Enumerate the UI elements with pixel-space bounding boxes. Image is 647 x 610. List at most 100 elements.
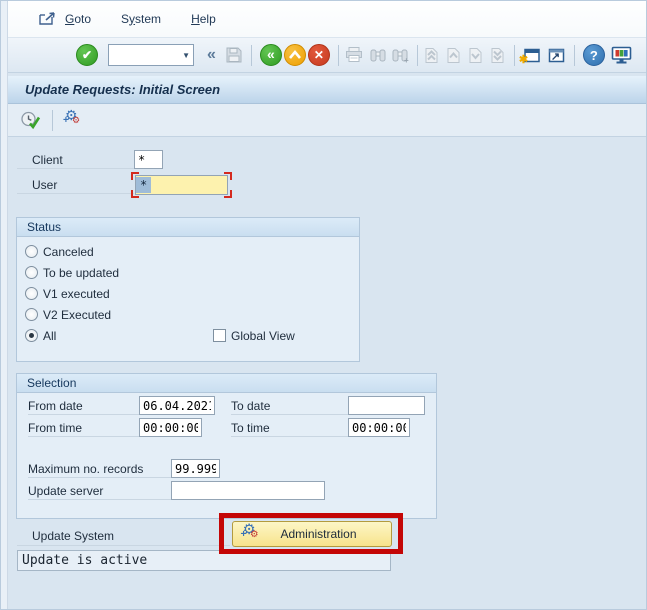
menu-label-part: stem [135,12,161,26]
radio-circle[interactable] [25,287,38,300]
menu-label-part: elp [200,12,216,26]
last-page-icon[interactable] [489,47,506,64]
new-session-icon[interactable]: ✱ [522,47,541,64]
back-glyph: « [267,46,275,62]
focus-corner [224,190,232,198]
find-icon[interactable] [369,47,387,64]
update-system-label: Update System [17,528,114,545]
radio-v2-executed[interactable]: V2 Executed [17,304,359,325]
gear-red-glyph: ⚙ [72,115,80,126]
menu-system[interactable]: System [121,8,161,30]
help-icon[interactable]: ? [583,44,605,66]
screen-title-bar: Update Requests: Initial Screen [8,76,647,104]
to-time-input[interactable] [348,418,410,437]
radio-circle[interactable] [25,266,38,279]
radio-label: To be updated [43,266,119,280]
first-page-icon[interactable] [423,47,440,64]
update-server-input[interactable] [171,481,325,500]
administration-gears-icon[interactable]: ⚙ ⚙ + [63,111,82,130]
toolbar-separator [514,45,515,66]
command-input[interactable] [111,46,177,64]
gear-plus-glyph: + [63,115,69,126]
create-shortcut-icon[interactable]: ↗ [547,47,566,64]
dropdown-arrow-icon[interactable]: ▼ [182,51,190,60]
user-label-row: User [17,177,134,194]
selection-groupbox: Selection From date To date From time To… [16,373,437,519]
toolbar-separator [574,45,575,66]
gear-plus-glyph: + [241,528,247,540]
client-label: Client [17,152,63,168]
check-glyph: ✔ [82,48,92,62]
status-groupbox: Status Canceled To be updated V1 execute… [16,217,360,362]
find-next-icon[interactable]: + [391,47,409,64]
update-status-display: Update is active [17,550,391,571]
from-time-label: From time [28,420,139,437]
gear-red-glyph: ⚙ [250,528,258,540]
selection-group-title: Selection [17,374,436,393]
radio-circle[interactable] [25,308,38,321]
command-field[interactable]: ▼ [108,44,194,66]
cancel-glyph: ✕ [314,48,324,62]
save-icon[interactable] [225,46,243,64]
user-input[interactable]: * [135,175,228,195]
user-field-focus-frame: * [131,172,232,198]
radio-to-be-updated[interactable]: To be updated [17,262,359,283]
update-server-label: Update server [28,483,171,500]
radio-label: All [43,329,56,343]
toolbar-separator [251,45,252,66]
menu-label-part: oto [74,12,91,26]
client-input[interactable] [134,150,163,169]
print-icon[interactable] [345,46,363,64]
menu-help[interactable]: Help [191,8,216,30]
star-glyph: ✱ [519,53,528,66]
administration-button[interactable]: ⚙ ⚙ + Administration [232,521,392,547]
radio-all[interactable]: All Global View [17,325,359,346]
sap-menu-icon[interactable] [38,10,58,27]
svg-text:+: + [404,56,409,64]
to-date-input[interactable] [348,396,425,415]
enter-icon[interactable]: ✔ [76,44,98,66]
customize-layout-icon[interactable] [611,46,632,65]
exit-icon[interactable] [284,44,306,66]
update-system-label-row: Update System [17,528,230,546]
menu-label-part: S [121,12,129,26]
menu-goto[interactable]: Goto [65,8,91,30]
global-view-checkbox-row[interactable]: Global View [213,325,295,346]
toolbar-separator [338,45,339,66]
application-toolbar: ⚙ ⚙ + [8,104,647,137]
max-records-label: Maximum no. records [28,461,171,478]
page-title: Update Requests: Initial Screen [8,76,647,104]
radio-v1-executed[interactable]: V1 executed [17,283,359,304]
menu-bar: Goto System Help [8,0,647,38]
toolbar-separator [417,45,418,66]
back-icon[interactable]: « [260,44,282,66]
radio-canceled[interactable]: Canceled [17,241,359,262]
status-group-title: Status [17,218,359,237]
toolbar-separator [52,110,53,131]
radio-circle[interactable] [25,245,38,258]
client-label-row: Client [17,152,134,169]
radio-label: V1 executed [43,287,110,301]
menu-label-key: H [191,12,200,26]
page-up-icon[interactable] [445,47,462,64]
standard-toolbar: ✔ ▼ « « ✕ [8,38,647,73]
radio-label: Canceled [43,245,94,259]
cancel-icon[interactable]: ✕ [308,44,330,66]
focus-corner [131,172,139,180]
global-view-label: Global View [231,329,295,343]
window-left-strip [0,0,7,610]
menu-items: Goto System Help [65,8,246,30]
from-date-input[interactable] [139,396,215,415]
max-records-input[interactable] [171,459,220,478]
administration-button-label: Administration [260,527,391,541]
collapse-icon[interactable]: « [207,46,216,64]
focus-corner [131,190,139,198]
radio-circle-selected[interactable] [25,329,38,342]
gears-glyph-group: ⚙ ⚙ + [241,524,261,544]
to-time-label: To time [231,420,348,437]
from-time-input[interactable] [139,418,202,437]
to-date-label: To date [231,398,348,415]
execute-icon[interactable] [20,111,42,130]
page-down-icon[interactable] [467,47,484,64]
global-view-checkbox[interactable] [213,329,226,342]
